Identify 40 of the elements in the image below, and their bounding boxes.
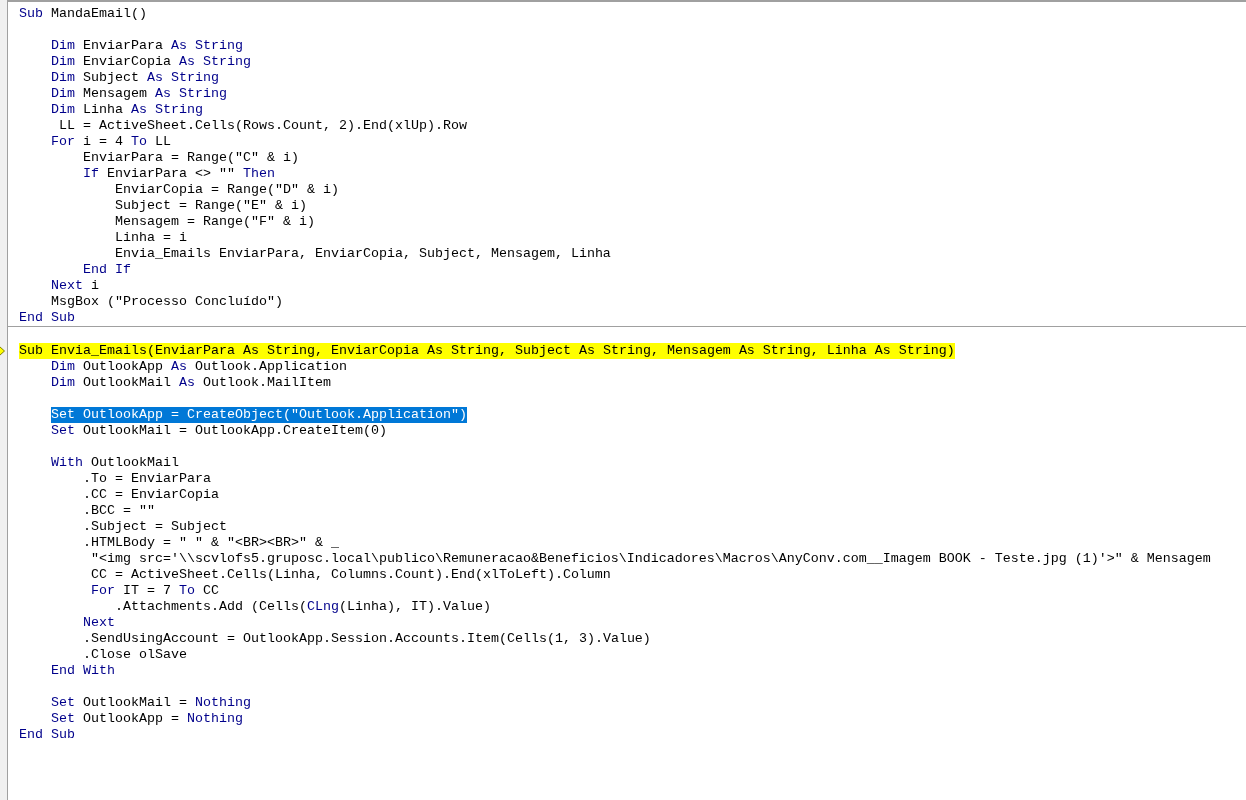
code-line: Sub MandaEmail() [19, 6, 147, 22]
code-line: Set OutlookMail = OutlookApp.CreateItem(0) [51, 423, 387, 439]
code-line: Dim EnviarPara As String [51, 38, 243, 54]
code-line: CC = ActiveSheet.Cells(Linha, Columns.Count).End(xlToLeft).Column [91, 567, 611, 583]
code-line: .Attachments.Add (Cells(CLng(Linha), IT).Value) [115, 599, 491, 615]
code-line: End Sub [19, 310, 75, 326]
code-line: Set OutlookApp = Nothing [51, 711, 243, 727]
code-line: Mensagem = Range("F" & i) [115, 214, 315, 230]
code-line: EnviarPara = Range("C" & i) [83, 150, 299, 166]
code-line: With OutlookMail [51, 455, 179, 471]
code-line: End Sub [19, 727, 75, 743]
code-line: If EnviarPara <> "" Then [83, 166, 275, 182]
code-line: Dim EnviarCopia As String [51, 54, 251, 70]
code-line: Subject = Range("E" & i) [115, 198, 307, 214]
code-line: .Close olSave [83, 647, 187, 663]
execution-arrow-icon [0, 346, 5, 356]
code-line: Dim OutlookMail As Outlook.MailItem [51, 375, 331, 391]
code-line: .SendUsingAccount = OutlookApp.Session.Accounts.Item(Cells(1, 3).Value) [83, 631, 651, 647]
code-line: Next i [51, 278, 99, 294]
code-line: "<img src='\\scvlofs5.gruposc.local\publico\Remuneracao&Beneficios\Indicadores\Macros\AnyConv.com__Imagem BOOK - Teste.jpg (1)'>" & Mensagem [91, 551, 1211, 567]
code-line: Linha = i [115, 230, 187, 246]
code-line: Dim OutlookApp As Outlook.Application [51, 359, 347, 375]
code-line: For IT = 7 To CC [91, 583, 219, 599]
code-line: .Subject = Subject [83, 519, 227, 535]
code-line: End With [51, 663, 115, 679]
code-line: MsgBox ("Processo Concluído") [51, 294, 283, 310]
code-line: Dim Mensagem As String [51, 86, 227, 102]
code-line: .CC = EnviarCopia [83, 487, 219, 503]
code-line: .To = EnviarPara [83, 471, 211, 487]
code-line: Dim Linha As String [51, 102, 203, 118]
code-line: .HTMLBody = " " & "<BR><BR>" & _ [83, 535, 339, 551]
code-line: Dim Subject As String [51, 70, 219, 86]
code-line: Set OutlookMail = Nothing [51, 695, 251, 711]
code-line: .BCC = "" [83, 503, 155, 519]
code-line: End If [83, 262, 131, 278]
code-line: EnviarCopia = Range("D" & i) [115, 182, 339, 198]
code-line: Envia_Emails EnviarPara, EnviarCopia, Subject, Mensagem, Linha [115, 246, 611, 262]
code-line: Next [83, 615, 115, 631]
code-line: For i = 4 To LL [51, 134, 171, 150]
code-line: LL = ActiveSheet.Cells(Rows.Count, 2).End(xlUp).Row [59, 118, 467, 134]
